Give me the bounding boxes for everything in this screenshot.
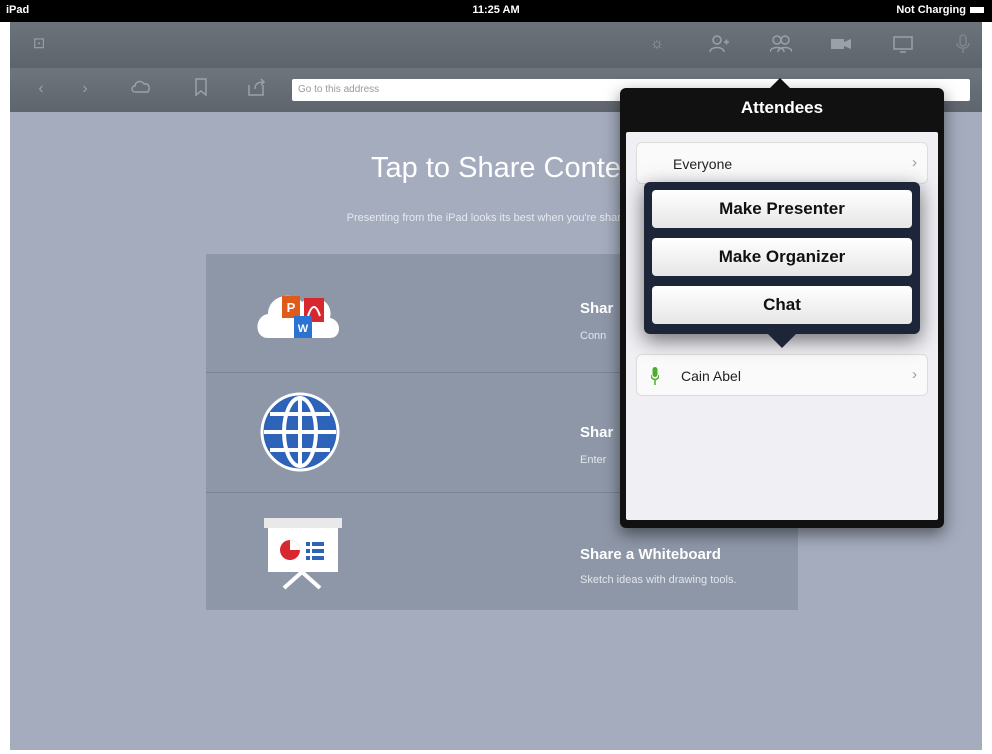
microphone-toolbar-icon[interactable]: [952, 34, 974, 54]
status-bar: iPad 11:25 AM Not Charging: [0, 0, 992, 22]
list-item-everyone[interactable]: Everyone ›: [636, 142, 928, 184]
share-option-title: Shar: [580, 300, 614, 317]
list-item-label: Cain Abel: [681, 368, 741, 384]
leave-meeting-icon[interactable]: ⊡: [28, 34, 50, 54]
menu-arrow: [768, 334, 796, 348]
battery-icon: [970, 7, 984, 14]
share-option-desc: Conn: [580, 330, 607, 342]
battery-status: Not Charging: [896, 4, 984, 16]
clock: 11:25 AM: [472, 4, 520, 16]
cloud-documents-icon: P W: [254, 272, 344, 352]
share-icon[interactable]: [246, 78, 268, 100]
globe-icon: [254, 392, 344, 472]
share-option-title: Shar: [580, 424, 614, 441]
chevron-right-icon: ›: [912, 366, 917, 383]
bookmark-icon[interactable]: [190, 78, 212, 100]
forward-icon[interactable]: ›: [74, 78, 96, 100]
popover-arrow: [770, 78, 790, 88]
list-item-attendee[interactable]: Cain Abel ›: [636, 354, 928, 396]
share-option-desc: Sketch ideas with drawing tools.: [580, 574, 737, 586]
chat-button[interactable]: Chat: [652, 286, 912, 324]
battery-label: Not Charging: [896, 4, 966, 16]
attendee-action-menu: Make Presenter Make Organizer Chat: [644, 182, 920, 348]
whiteboard-icon: [254, 510, 344, 590]
popover-title: Attendees: [740, 98, 824, 117]
cloud-icon[interactable]: [130, 78, 152, 100]
svg-text:P: P: [287, 300, 296, 315]
share-option-desc: Enter: [580, 454, 607, 466]
screen-share-icon[interactable]: [892, 34, 914, 54]
video-camera-icon[interactable]: [830, 34, 852, 54]
microphone-icon: [651, 367, 659, 385]
chevron-right-icon: ›: [912, 154, 917, 171]
back-icon[interactable]: ‹: [30, 78, 52, 100]
svg-text:W: W: [298, 323, 309, 335]
invite-attendee-icon[interactable]: [708, 34, 730, 54]
settings-icon[interactable]: ☼: [646, 34, 668, 54]
make-organizer-button[interactable]: Make Organizer: [652, 238, 912, 276]
list-item-label: Everyone: [673, 156, 733, 172]
attendees-icon[interactable]: [769, 34, 793, 54]
make-presenter-button[interactable]: Make Presenter: [652, 190, 912, 228]
share-option-title: Share a Whiteboard: [580, 546, 721, 563]
meeting-toolbar: ⊡ ☼: [10, 22, 982, 69]
